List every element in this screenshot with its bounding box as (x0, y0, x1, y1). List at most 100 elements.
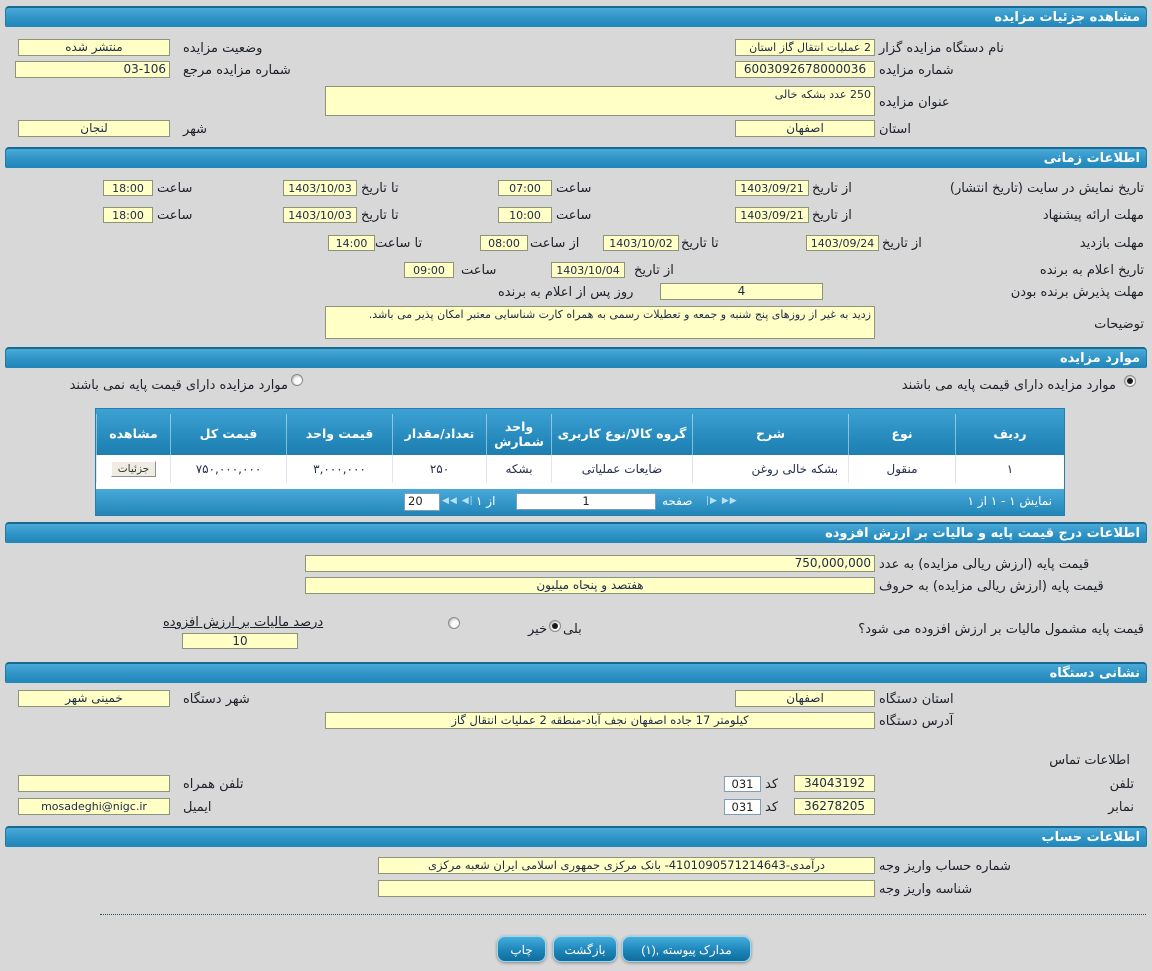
vat-yes-label: بلی (563, 622, 582, 637)
visit-row-label: مهلت بازدید (1079, 236, 1144, 251)
offer-to-date-field[interactable]: 1403/10/03 (283, 207, 357, 223)
agency-label: نام دستگاه مزایده گزار (879, 41, 1004, 56)
city-field[interactable]: لنجان (18, 120, 170, 137)
attachments-button[interactable]: مدارک پیوسته ,(۱) (622, 936, 751, 962)
announce-time-label: ساعت (461, 263, 497, 278)
items-table-body: ۱ منقول بشکه خالی روغن ضایعات عملیاتی بش… (96, 455, 1064, 489)
cell-group: ضایعات عملیاتی (551, 455, 692, 483)
cell-unit-price: ۳,۰۰۰,۰۰۰ (286, 455, 392, 483)
visit-from-hour-field[interactable]: 08:00 (480, 235, 528, 251)
publish-to-date-field[interactable]: 1403/10/03 (283, 180, 357, 196)
back-button[interactable]: بازگشت (553, 936, 617, 962)
radio-with-base-price[interactable] (1124, 375, 1136, 387)
announce-row-label: تاریخ اعلام به برنده (1039, 263, 1144, 278)
col-view: مشاهده (96, 414, 170, 455)
base-price-words-field[interactable]: هفتصد و پنجاه میلیون (305, 577, 875, 594)
cell-view: جزئیات (96, 455, 170, 483)
mobile-field[interactable] (18, 775, 170, 792)
items-section-title: موارد مزایده (1060, 351, 1140, 366)
pager-summary: نمایش ۱ - ۱ از ۱ (967, 494, 1052, 508)
ref-number-label: شماره مزایده مرجع (183, 63, 291, 78)
separator (100, 914, 1146, 915)
phone-code-label: کد (765, 777, 779, 792)
offer-from-time-label: ساعت (556, 208, 592, 223)
vat-yes-radio[interactable] (549, 620, 561, 632)
radio-without-base-price[interactable] (291, 374, 303, 386)
items-table-pager: نمایش ۱ - ۱ از ۱ ▶▶ ▶| صفحه 1 از ۱ |◀ ◀◀… (96, 489, 1064, 515)
city-label: شهر (183, 122, 208, 137)
offer-to-time-field[interactable]: 18:00 (103, 207, 153, 223)
notes-field[interactable]: زدید به غیر از روزهای پنج شنبه و جمعه و … (325, 306, 875, 339)
agency-field[interactable]: 2 عملیات انتقال گاز استان (735, 39, 875, 56)
visit-to-date-field[interactable]: 1403/10/02 (603, 235, 679, 251)
pager-forward-icons[interactable]: ▶▶ ▶| (706, 496, 738, 506)
publish-from-time-field[interactable]: 07:00 (498, 180, 552, 196)
status-field[interactable]: منتشر شده (18, 39, 170, 56)
accept-suffix-label: روز پس از اعلام به برنده (498, 285, 634, 300)
visit-from-date-label: از تاریخ (882, 236, 922, 251)
pager-page-label: صفحه (662, 494, 693, 508)
fax-code-field[interactable]: 031 (724, 799, 761, 815)
account-number-field[interactable]: درآمدی-4101090571214643- بانک مرکزی جمهو… (378, 857, 875, 874)
base-price-numeric-field[interactable]: 750,000,000 (305, 555, 875, 572)
page-title: مشاهده جزئیات مزایده (994, 10, 1140, 25)
pager-back-icons[interactable]: |◀ ◀◀ (442, 496, 474, 506)
radio-without-base-price-label: موارد مزایده دارای قیمت پایه نمی باشند (69, 378, 288, 393)
visit-from-date-field[interactable]: 1403/09/24 (806, 235, 879, 251)
announce-date-field[interactable]: 1403/10/04 (551, 262, 625, 278)
col-rank: ردیف (955, 414, 1064, 455)
pricing-section-bar: اطلاعات درج قیمت پایه و مالیات بر ارزش ا… (5, 522, 1147, 543)
phone-field[interactable]: 34043192 (794, 775, 875, 792)
base-price-numeric-label: قیمت پایه (ارزش ریالی مزایده) به عدد (879, 557, 1090, 572)
agency-province-field[interactable]: اصفهان (735, 690, 875, 707)
visit-to-date-label: تا تاریخ (681, 236, 719, 251)
accept-days-field[interactable]: 4 (660, 283, 823, 300)
agency-city-field[interactable]: خمینی شهر (18, 690, 170, 707)
visit-to-hour-label: تا ساعت (375, 236, 423, 251)
account-section-title: اطلاعات حساب (1041, 830, 1140, 845)
vat-question-label: قیمت پایه مشمول مالیات بر ارزش افزوده می… (858, 622, 1144, 637)
address-section-bar: نشانی دستگاه (5, 662, 1147, 683)
announce-from-date-label: از تاریخ (634, 263, 674, 278)
province-field[interactable]: اصفهان (735, 120, 875, 137)
publish-row-label: تاریخ نمایش در سایت (تاریخ انتشار) (949, 181, 1144, 196)
agency-address-field[interactable]: کیلومتر 17 جاده اصفهان نجف آباد-منطقه 2 … (325, 712, 875, 729)
phone-label: تلفن (1109, 777, 1134, 792)
offer-from-date-label: از تاریخ (812, 208, 852, 223)
phone-code-field[interactable]: 031 (724, 776, 761, 792)
mobile-label: تلفن همراه (183, 777, 244, 792)
details-button[interactable]: جزئیات (110, 461, 157, 477)
ref-number-field[interactable]: 03-106 (15, 61, 170, 78)
deposit-id-field[interactable] (378, 880, 875, 897)
auction-details-page: مشاهده جزئیات مزایده 2 عملیات انتقال گاز… (0, 0, 1152, 971)
table-row: ۱ منقول بشکه خالی روغن ضایعات عملیاتی بش… (96, 455, 1064, 483)
timing-section-bar: اطلاعات زمانی (5, 147, 1147, 168)
visit-from-hour-label: از ساعت (530, 236, 580, 251)
fax-field[interactable]: 36278205 (794, 798, 875, 815)
account-section-bar: اطلاعات حساب (5, 826, 1147, 847)
announce-time-field[interactable]: 09:00 (404, 262, 454, 278)
visit-to-hour-field[interactable]: 14:00 (328, 235, 375, 251)
publish-to-date-label: تا تاریخ (361, 181, 399, 196)
vat-percent-field[interactable]: 10 (182, 633, 298, 649)
col-desc: شرح (692, 414, 848, 455)
base-price-words-label: قیمت پایه (ارزش ریالی مزایده) به حروف (879, 579, 1104, 594)
fax-label: نمابر (1108, 800, 1134, 815)
items-table-header: ردیف نوع شرح گروه کالا/نوع کاربری واحد ش… (96, 409, 1064, 455)
vat-no-radio[interactable] (448, 617, 460, 629)
page-number-input[interactable]: 1 (516, 493, 656, 510)
agency-province-label: استان دستگاه (879, 692, 954, 707)
auction-number-field[interactable]: 6003092678000036 (735, 61, 875, 78)
print-button[interactable]: چاپ (497, 936, 546, 962)
email-label: ایمیل (183, 800, 212, 815)
auction-number-label: شماره مزایده (879, 63, 954, 78)
offer-from-date-field[interactable]: 1403/09/21 (735, 207, 809, 223)
publish-to-time-field[interactable]: 18:00 (103, 180, 153, 196)
offer-from-time-field[interactable]: 10:00 (498, 207, 552, 223)
cell-type: منقول (848, 455, 955, 483)
page-size-select[interactable]: 20 (404, 493, 440, 511)
auction-title-field[interactable]: 250 عدد بشکه خالی (325, 86, 875, 116)
publish-from-date-field[interactable]: 1403/09/21 (735, 180, 809, 196)
agency-city-label: شهر دستگاه (183, 692, 250, 707)
email-field[interactable]: mosadeghi@nigc.ir (18, 798, 170, 815)
